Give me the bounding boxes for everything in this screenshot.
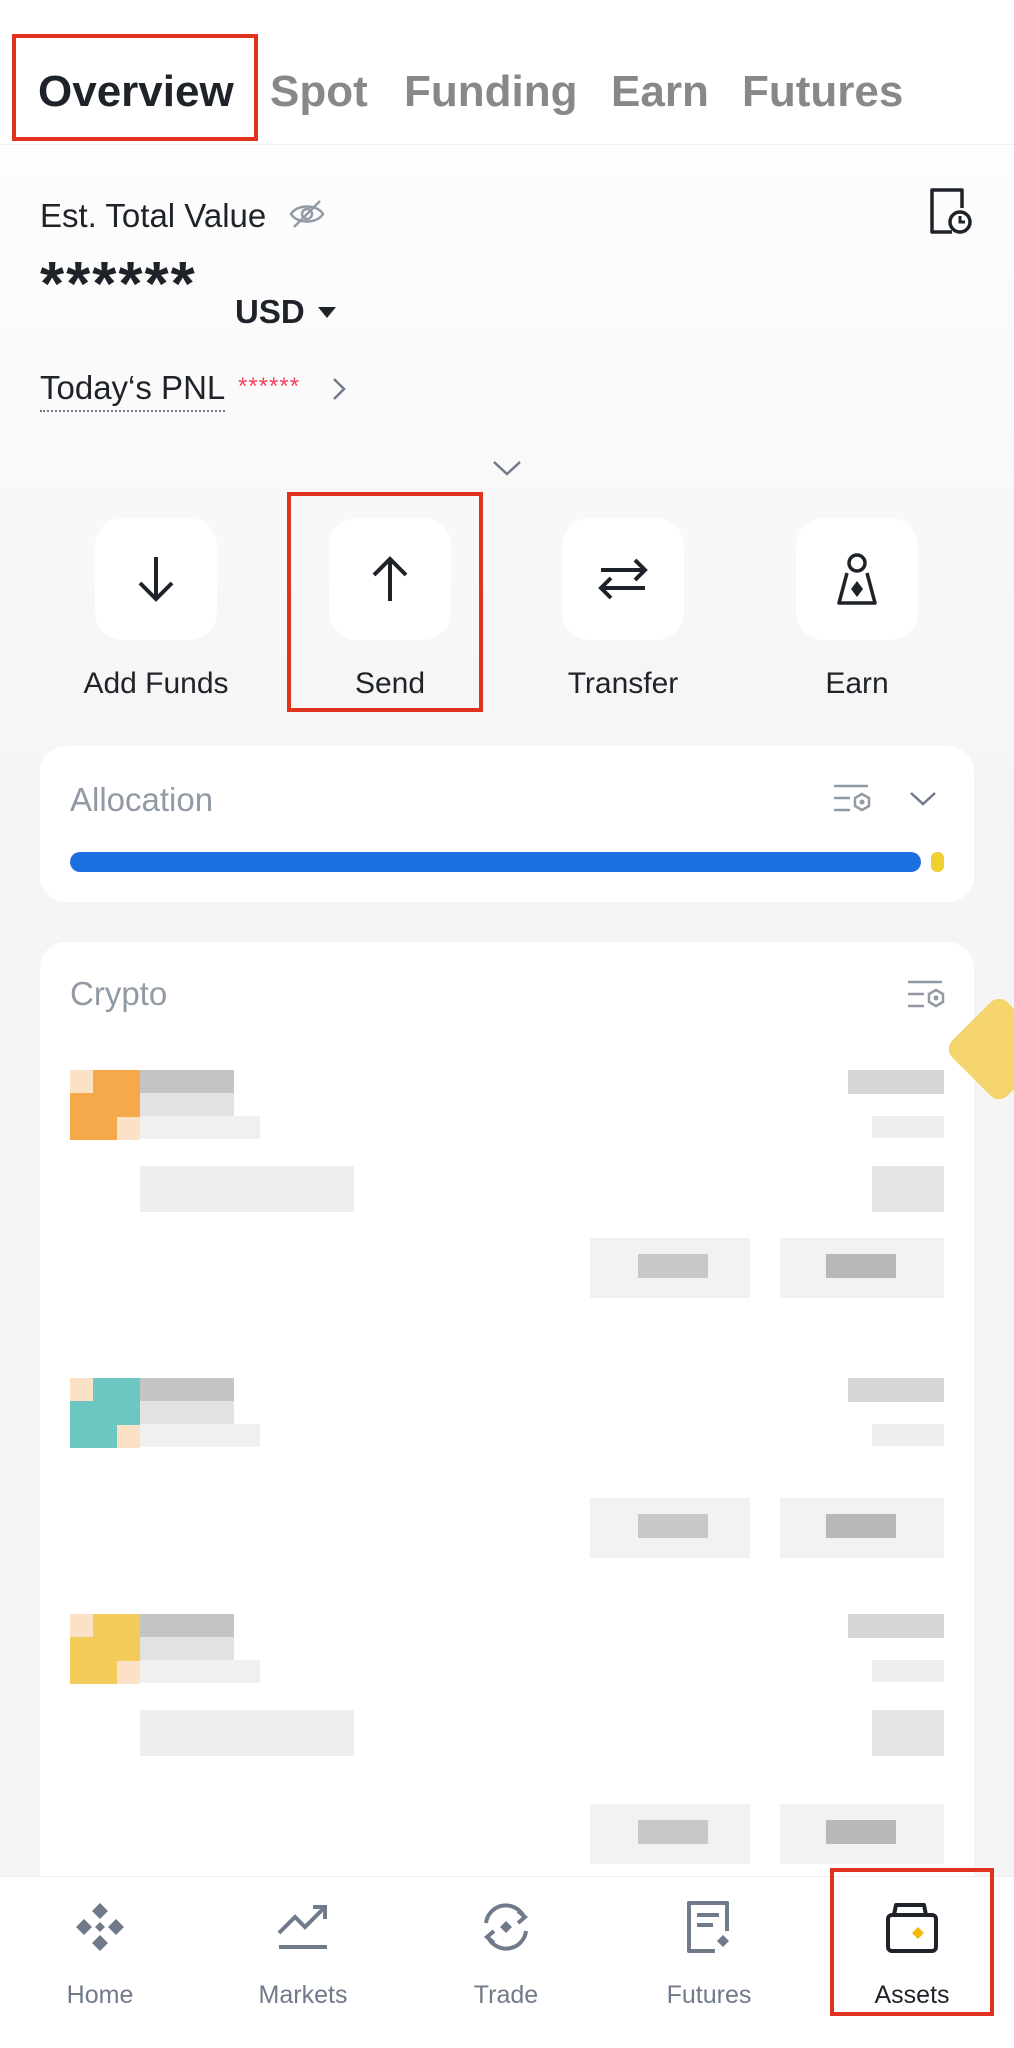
bottom-nav: Home Markets Trade Futures Assets: [0, 1876, 1014, 2048]
history-icon[interactable]: [926, 186, 972, 236]
earn-icon-box: [796, 518, 918, 640]
value-blurred: [872, 1166, 944, 1212]
trade-icon: [483, 1903, 529, 1951]
asset-tabs: Overview Spot Funding Earn Futures: [0, 0, 1014, 145]
coin-name-blurred: [140, 1424, 260, 1447]
amount-blurred: [848, 1614, 944, 1638]
allocation-bar-segment-minor: [931, 852, 944, 872]
transfer-label: Transfer: [567, 667, 679, 700]
todays-pnl-label[interactable]: Today‘s PNL: [40, 368, 226, 412]
tab-spot[interactable]: Spot: [270, 66, 368, 118]
tab-funding[interactable]: Funding: [404, 66, 578, 118]
earn-icon: [837, 553, 877, 605]
earn-label: Earn: [825, 667, 889, 700]
send-icon-box: [329, 518, 451, 640]
chevron-down-icon[interactable]: [908, 790, 938, 808]
value-blurred: [872, 1710, 944, 1756]
futures-icon: [687, 1901, 729, 1953]
arrow-down-icon: [138, 557, 174, 602]
coin-icon: [117, 1117, 140, 1140]
pnl-blurred: [638, 1254, 708, 1278]
allocation-title: Allocation: [70, 781, 214, 818]
add-funds-label: Add Funds: [83, 667, 229, 700]
coin-name-blurred: [140, 1116, 260, 1139]
filter-settings-icon[interactable]: [832, 782, 872, 816]
coin-symbol-blurred: [140, 1614, 234, 1637]
coin-name-blurred: [140, 1401, 234, 1424]
tab-earn[interactable]: Earn: [611, 66, 709, 118]
nav-assets-label: Assets: [874, 1981, 950, 2009]
tab-futures[interactable]: Futures: [742, 66, 903, 118]
nav-home[interactable]: Home: [0, 1877, 200, 2048]
caret-down-icon[interactable]: [318, 307, 336, 318]
coin-name-blurred: [140, 1637, 234, 1660]
coin-name-blurred: [140, 1093, 234, 1116]
coin-symbol-blurred: [140, 1378, 234, 1401]
home-icon: [76, 1903, 124, 1951]
send-label: Send: [354, 667, 426, 700]
nav-markets-label: Markets: [258, 1981, 348, 2009]
amount-blurred: [872, 1424, 944, 1446]
price-blurred: [140, 1710, 354, 1756]
earn-button[interactable]: Earn: [762, 518, 952, 702]
coin-icon: [117, 1425, 140, 1448]
allocation-bar-segment-major: [70, 852, 921, 872]
nav-futures[interactable]: Futures: [609, 1877, 809, 2048]
pnl-blurred: [638, 1820, 708, 1844]
tab-overview[interactable]: Overview: [38, 66, 234, 118]
nav-trade[interactable]: Trade: [406, 1877, 606, 2048]
chevron-down-icon[interactable]: [490, 458, 524, 478]
nav-assets[interactable]: Assets: [812, 1877, 1012, 2048]
coin-icon: [70, 1378, 93, 1401]
allocation-bar: [70, 852, 944, 872]
pnl-blurred: [826, 1254, 896, 1278]
transfer-icon: [598, 558, 648, 600]
currency-selector[interactable]: USD: [235, 292, 305, 332]
nav-home-label: Home: [66, 1981, 134, 2009]
price-blurred: [140, 1166, 354, 1212]
coin-icon: [117, 1661, 140, 1684]
nav-futures-label: Futures: [666, 1981, 752, 2009]
est-total-value-label: Est. Total Value: [40, 197, 267, 234]
amount-blurred: [872, 1660, 944, 1682]
pnl-blurred: [638, 1514, 708, 1538]
add-funds-button[interactable]: Add Funds: [61, 518, 251, 702]
coin-icon: [70, 1070, 93, 1093]
amount-blurred: [848, 1070, 944, 1094]
transfer-icon-box: [562, 518, 684, 640]
transfer-button[interactable]: Transfer: [528, 518, 718, 702]
add-funds-icon-box: [95, 518, 217, 640]
nav-markets[interactable]: Markets: [203, 1877, 403, 2048]
arrow-up-icon: [372, 556, 408, 601]
markets-icon: [277, 1905, 327, 1949]
nav-trade-label: Trade: [473, 1981, 539, 2009]
eye-off-icon[interactable]: [288, 198, 326, 230]
coin-name-blurred: [140, 1660, 260, 1683]
amount-blurred: [848, 1378, 944, 1402]
amount-blurred: [872, 1116, 944, 1138]
coin-symbol-blurred: [140, 1070, 234, 1093]
send-button[interactable]: Send: [295, 518, 485, 702]
coin-icon: [70, 1614, 93, 1637]
wallet-icon: [886, 1903, 938, 1953]
todays-pnl-value: ******: [238, 373, 301, 400]
pnl-blurred: [826, 1514, 896, 1538]
chevron-right-icon[interactable]: [330, 376, 348, 402]
total-value-masked: ******: [40, 250, 197, 319]
allocation-card[interactable]: Allocation: [40, 746, 974, 902]
crypto-title: Crypto: [70, 975, 168, 1012]
filter-settings-icon[interactable]: [906, 978, 946, 1012]
pnl-blurred: [826, 1820, 896, 1844]
